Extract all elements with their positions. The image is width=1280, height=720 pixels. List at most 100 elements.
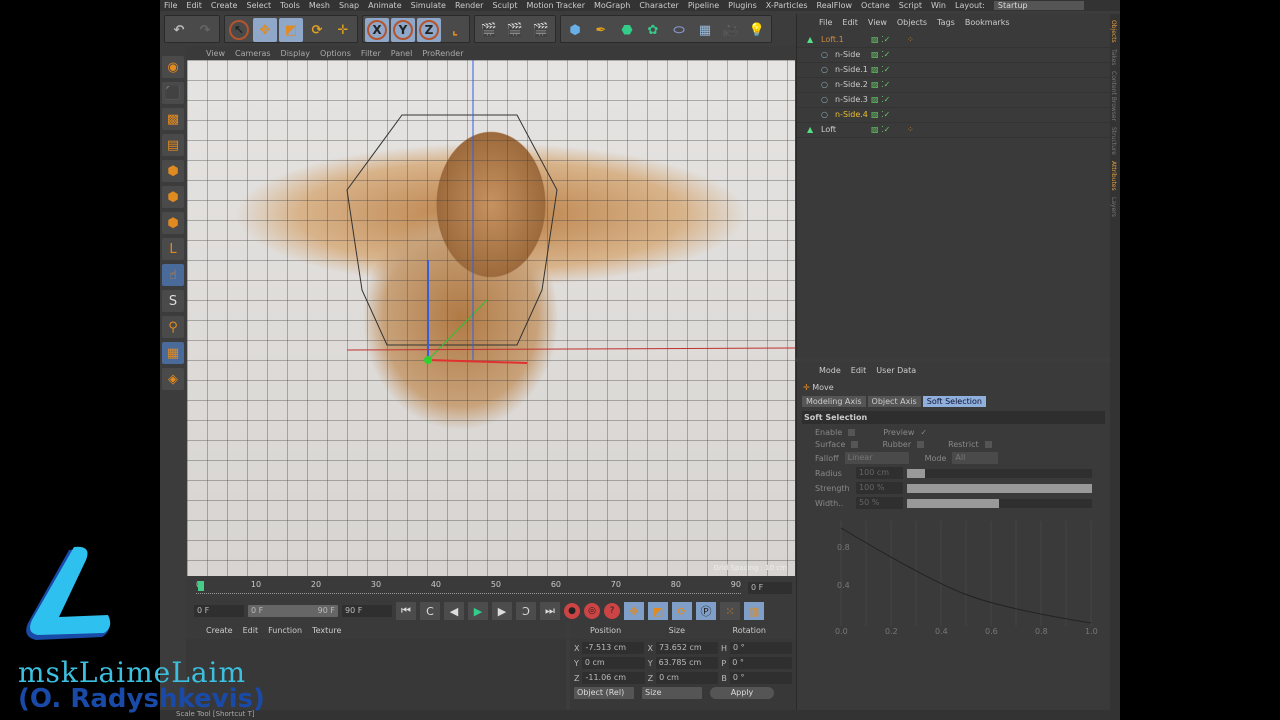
undo-icon[interactable]: ↶ [167,18,191,42]
menu-octane[interactable]: Octane [861,1,890,10]
material-menu-create[interactable]: Create [206,626,233,635]
size-field[interactable]: 73.652 cm [655,642,718,654]
object-name[interactable]: n-Side.2 [835,80,868,89]
timeline-ruler[interactable]: 0102030405060708090 [196,580,741,594]
end-frame-field[interactable]: 90 F [342,605,392,617]
add-tool-icon[interactable]: ✛ [331,18,355,42]
visibility-check-icon[interactable]: ▨ ⁚✓ [871,65,890,74]
planar-workplane-icon[interactable]: ▦ [162,342,184,364]
menu-create[interactable]: Create [211,1,238,10]
rot-field[interactable]: 0 ° [729,642,792,654]
record-icon[interactable]: ● [564,603,580,619]
objects-menu-objects[interactable]: Objects [897,18,927,27]
deformer-icon[interactable]: ⬭ [667,18,691,42]
go-to-start-icon[interactable]: ⏮ [396,602,416,620]
size-field[interactable]: 63.785 cm [655,657,719,669]
viewport-menu-prorender[interactable]: ProRender [422,49,463,58]
next-frame-icon[interactable]: ▶ [492,602,512,620]
axis-mode-icon[interactable]: L [162,238,184,260]
move-tool-icon[interactable]: ✥ [253,18,277,42]
current-frame-field[interactable]: 0 F [748,582,792,594]
menu-character[interactable]: Character [639,1,679,10]
objects-menu-tags[interactable]: Tags [937,18,955,27]
lock-workplane-icon[interactable]: ⚲ [162,316,184,338]
viewport-menu-panel[interactable]: Panel [391,49,413,58]
material-menu-texture[interactable]: Texture [312,626,341,635]
rubber-checkbox[interactable] [917,441,925,448]
size-field[interactable]: 0 cm [656,672,719,684]
side-tab-takes[interactable]: Takes [1110,49,1117,65]
strength-field[interactable]: 100 % [856,482,903,494]
perspective-viewport[interactable]: Grid Spacing : 10 cm [187,60,795,576]
menu-realflow[interactable]: RealFlow [817,1,853,10]
side-tab-attributes[interactable]: Attributes [1110,161,1117,191]
object-name[interactable]: Loft.1 [821,35,844,44]
render-picture-viewer-icon[interactable]: 🎬 [503,18,527,42]
menu-animate[interactable]: Animate [368,1,402,10]
object-row[interactable]: ○ n-Side ▨ ⁚✓ [797,48,1110,63]
menu-motion-tracker[interactable]: Motion Tracker [526,1,585,10]
falloff-dropdown[interactable]: Linear [844,452,909,464]
menu-pipeline[interactable]: Pipeline [688,1,719,10]
x-axis-lock-icon[interactable]: X [365,18,389,42]
visibility-check-icon[interactable]: ▨ ⁚✓ [871,110,890,119]
tab-soft-selection[interactable]: Soft Selection [922,396,986,407]
render-settings-icon[interactable]: 🎬 [529,18,553,42]
rotate-tool-icon[interactable]: ⟳ [305,18,329,42]
key-rotation-icon[interactable]: ⟳ [672,602,692,620]
playhead[interactable] [198,581,204,591]
strength-slider[interactable] [906,483,1093,493]
material-menu-edit[interactable]: Edit [243,626,259,635]
edges-mode-icon[interactable]: ⬢ [162,186,184,208]
menu-mograph[interactable]: MoGraph [594,1,630,10]
menu-plugins[interactable]: Plugins [728,1,757,10]
key-parameter-icon[interactable]: Ⓟ [696,602,716,620]
camera-icon[interactable]: 🎥 [719,18,743,42]
object-name[interactable]: Loft [821,125,836,134]
side-tab-objects[interactable]: Objects [1110,20,1117,43]
object-name[interactable]: n-Side.1 [835,65,868,74]
object-row[interactable]: ○ n-Side.1 ▨ ⁚✓ [797,63,1110,78]
objects-menu-view[interactable]: View [868,18,887,27]
width-slider[interactable] [906,498,1093,508]
attr-menu-edit[interactable]: Edit [851,366,867,375]
radius-slider[interactable] [906,468,1093,478]
workplane-icon[interactable]: ▤ [162,134,184,156]
viewport-menu-filter[interactable]: Filter [361,49,381,58]
apply-button[interactable]: Apply [710,687,774,699]
next-key-icon[interactable]: Ↄ [516,602,536,620]
pos-field[interactable]: -7.513 cm [582,642,645,654]
object-row[interactable]: ○ n-Side.2 ▨ ⁚✓ [797,78,1110,93]
scale-tool-icon[interactable]: ◩ [279,18,303,42]
tab-object-axis[interactable]: Object Axis [867,396,921,407]
object-row[interactable]: ▲ Loft ▨ ⁚✓ ⁘ [797,123,1110,138]
menu-file[interactable]: File [164,1,177,10]
menu-render[interactable]: Render [455,1,483,10]
object-name[interactable]: n-Side.3 [835,95,868,104]
preview-checkbox[interactable]: ✓ [920,428,927,437]
previous-frame-icon[interactable]: ◀ [444,602,464,620]
viewport-menu-cameras[interactable]: Cameras [235,49,271,58]
key-scale-icon[interactable]: ◩ [648,602,668,620]
menu-simulate[interactable]: Simulate [411,1,446,10]
cube-icon[interactable]: ⬢ [563,18,587,42]
subdivision-icon[interactable]: ⬣ [615,18,639,42]
menu-x-particles[interactable]: X-Particles [766,1,808,10]
width-field[interactable]: 50 % [856,497,903,509]
points-mode-icon[interactable]: ⬢ [162,160,184,182]
pos-field[interactable]: -11.06 cm [582,672,645,684]
coordinate-system-icon[interactable]: ⌞ [443,18,467,42]
tab-modeling-axis[interactable]: Modeling Axis [802,396,866,407]
visibility-check-icon[interactable]: ▨ ⁚✓ [871,125,890,134]
side-tab-structure[interactable]: Structure [1110,127,1117,155]
go-to-end-icon[interactable]: ⏭ [540,602,560,620]
texture-mode-icon[interactable]: ▩ [162,108,184,130]
menu-tools[interactable]: Tools [280,1,300,10]
floor-icon[interactable]: ▦ [693,18,717,42]
objects-menu-bookmarks[interactable]: Bookmarks [965,18,1010,27]
key-pla-icon[interactable]: ⁙ [720,602,740,620]
attr-menu-mode[interactable]: Mode [819,366,841,375]
y-axis-lock-icon[interactable]: Y [391,18,415,42]
snap-icon[interactable]: S [162,290,184,312]
timeline-window-icon[interactable]: ▥ [744,602,764,620]
